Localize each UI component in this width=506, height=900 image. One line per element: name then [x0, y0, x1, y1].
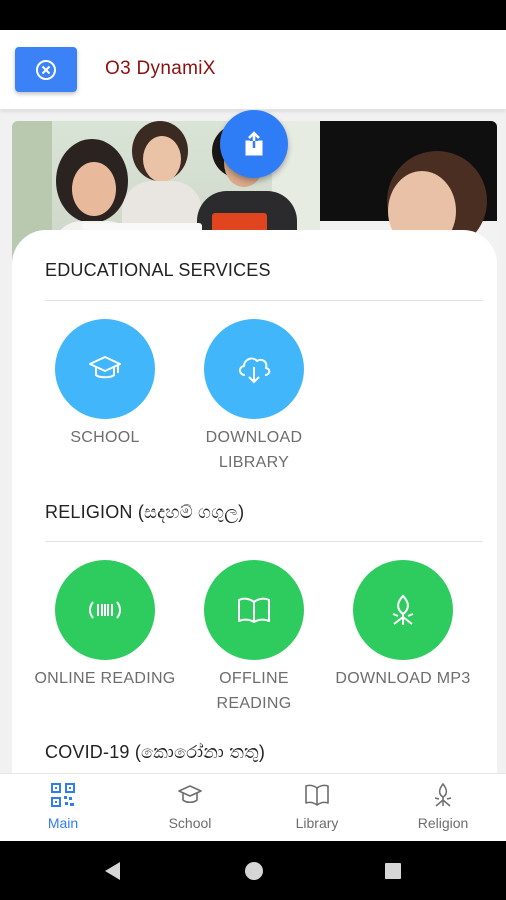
- offline-reading-circle[interactable]: [204, 560, 304, 660]
- tile-label-online-reading: ONLINE READING: [34, 670, 176, 687]
- qr-code-icon: [51, 783, 75, 807]
- nav-school[interactable]: School: [127, 774, 253, 842]
- tile-label-download-mp3: DOWNLOAD MP3: [335, 670, 471, 687]
- nav-label-library: Library: [295, 815, 339, 831]
- system-navigation-bar: [0, 841, 506, 900]
- cloud-download-icon: [239, 357, 271, 384]
- lotus-icon: [434, 782, 452, 807]
- close-button[interactable]: [15, 47, 77, 92]
- tile-download-mp3[interactable]: DOWNLOAD MP3: [328, 560, 478, 691]
- nav-label-religion: Religion: [417, 815, 469, 831]
- nav-library[interactable]: Library: [254, 774, 380, 842]
- home-icon[interactable]: [244, 861, 264, 881]
- close-circle-icon: [36, 59, 56, 80]
- book-open-icon: [238, 597, 270, 623]
- tile-label-school: SCHOOL: [70, 429, 140, 446]
- divider: [45, 300, 483, 301]
- section-title-education: EDUCATIONAL SERVICES: [45, 260, 271, 280]
- online-reading-circle[interactable]: [55, 560, 155, 660]
- bottom-navigation: Main School Library Religion: [0, 773, 506, 841]
- section-title-religion: RELIGION (සදහම් ගගුල): [45, 502, 245, 522]
- book-icon: [305, 784, 329, 806]
- divider: [45, 541, 483, 542]
- app-bar: O3 DynamiX: [0, 30, 506, 110]
- services-card: EDUCATIONAL SERVICES SCHOOL DOWNLOAD LIB…: [12, 230, 497, 773]
- nav-label-school: School: [168, 815, 212, 831]
- download-library-circle[interactable]: [204, 319, 304, 419]
- tile-label-offline-reading: OFFLINE READING: [216, 670, 292, 712]
- tile-online-reading[interactable]: ONLINE READING: [30, 560, 180, 691]
- download-mp3-circle[interactable]: [353, 560, 453, 660]
- tile-offline-reading[interactable]: OFFLINE READING: [179, 560, 329, 716]
- main-content[interactable]: EDUCATIONAL SERVICES SCHOOL DOWNLOAD LIB…: [0, 110, 506, 773]
- back-icon[interactable]: [102, 860, 122, 882]
- graduation-cap-icon: [89, 356, 121, 379]
- app-title: O3 DynamiX: [105, 58, 216, 79]
- nav-main[interactable]: Main: [0, 774, 126, 842]
- nav-label-main: Main: [47, 815, 79, 831]
- section-title-covid: COVID-19 (කොරෝනා තතු): [45, 742, 266, 762]
- broadcast-icon: [89, 601, 121, 619]
- status-bar: [0, 0, 506, 30]
- lotus-icon: [392, 594, 414, 625]
- school-circle[interactable]: [55, 319, 155, 419]
- tile-download-library[interactable]: DOWNLOAD LIBRARY: [179, 319, 329, 475]
- tile-school[interactable]: SCHOOL: [30, 319, 180, 450]
- nav-religion[interactable]: Religion: [380, 774, 506, 842]
- share-upload-icon: [245, 131, 263, 156]
- tile-label-download-library: DOWNLOAD LIBRARY: [205, 429, 303, 471]
- graduation-cap-icon: [178, 785, 202, 804]
- recents-icon[interactable]: [384, 862, 402, 880]
- share-button[interactable]: [220, 110, 288, 178]
